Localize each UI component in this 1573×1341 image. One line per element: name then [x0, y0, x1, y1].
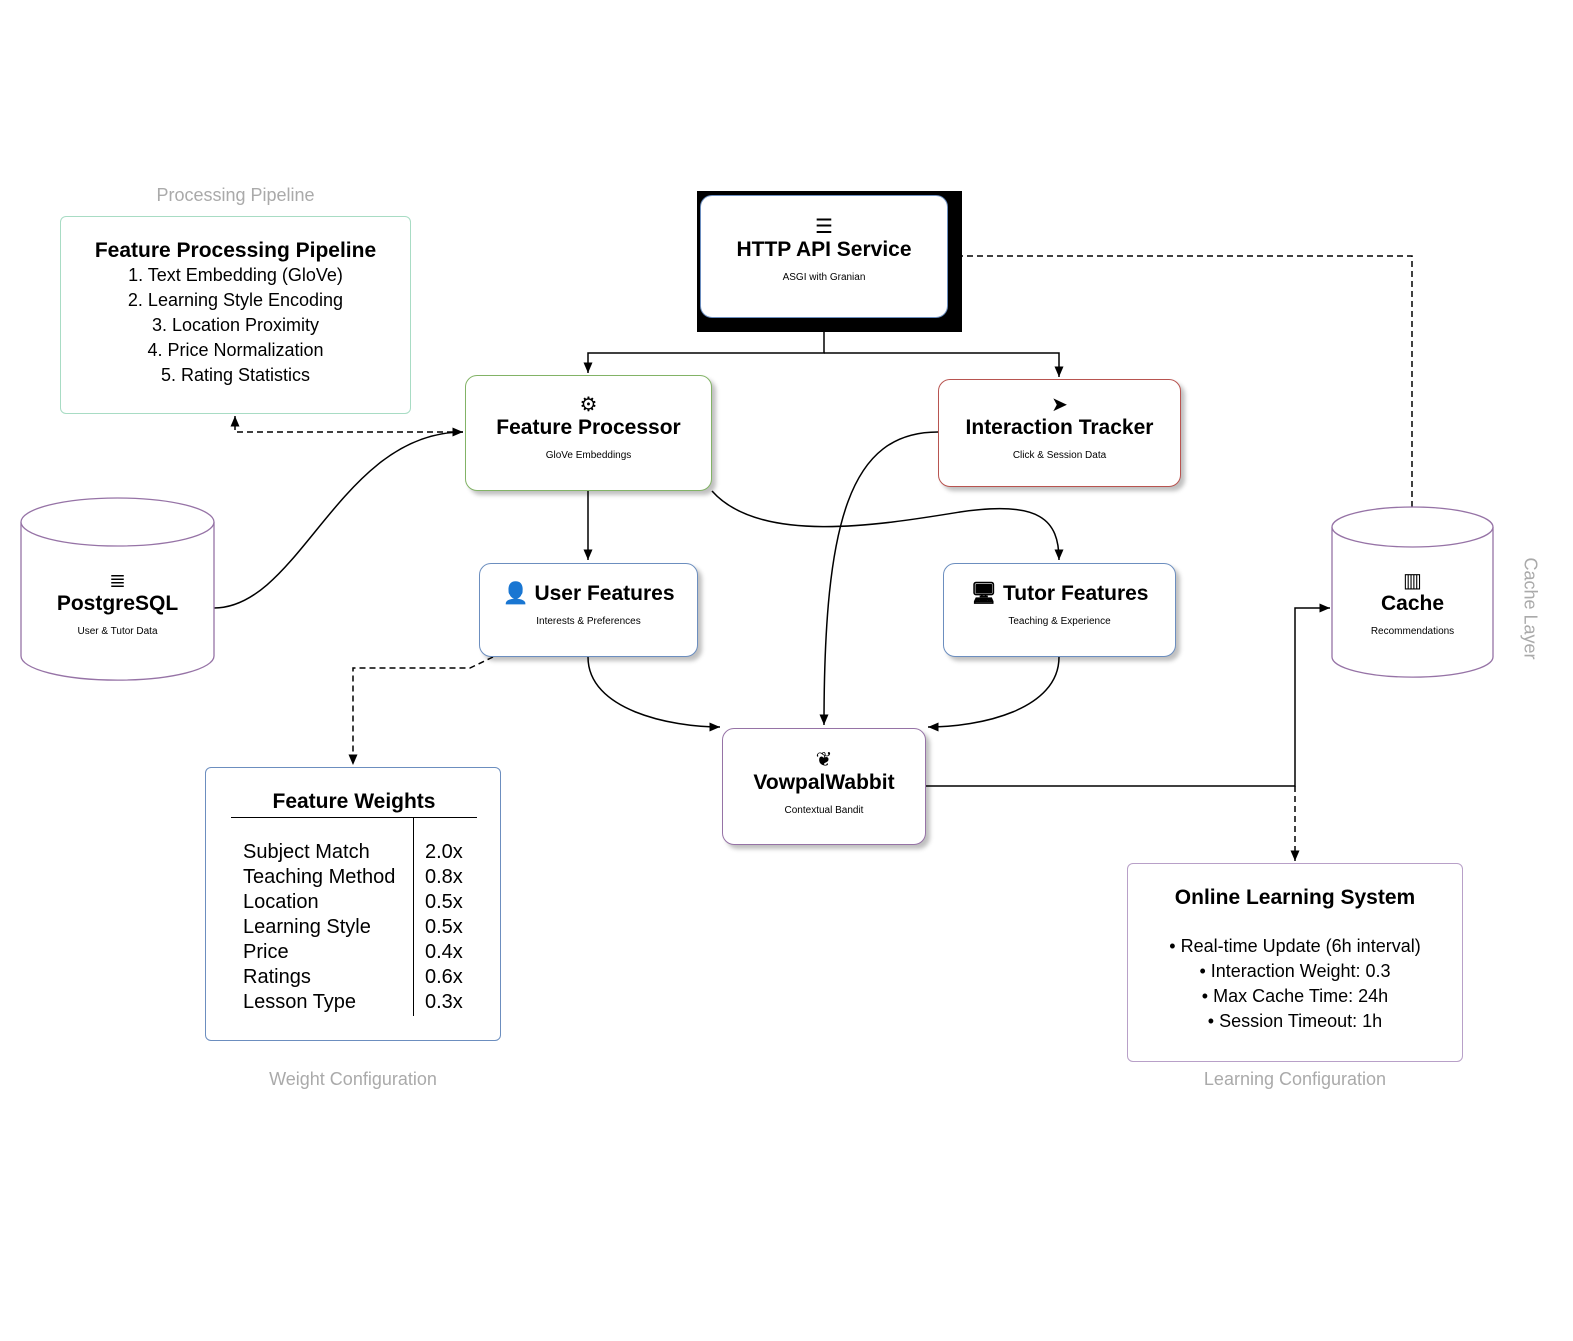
teacher-icon: 🖥 [970, 582, 998, 605]
edge-postgres-feature [213, 427, 464, 609]
weight-name: Ratings [243, 966, 311, 988]
cursor-icon: ➤ [1051, 394, 1068, 416]
node-title: HTTP API Service [736, 238, 912, 261]
node-subtitle: Teaching & Experience [1008, 616, 1111, 627]
weight-name: Lesson Type [243, 991, 357, 1013]
weights-row: Ratings 0.6x [243, 965, 463, 990]
weight-name: Location [243, 891, 319, 913]
weights-row: Price 0.4x [243, 940, 463, 965]
node-title: PostgreSQL [56, 592, 179, 615]
edge-tracker-vw [819, 431, 939, 726]
pipeline-step: 3. Location Proximity [151, 315, 320, 335]
weight-value: 0.6x [425, 966, 463, 988]
node-subtitle: Click & Session Data [1012, 450, 1107, 461]
weights-row: Teaching Method 0.8x [243, 865, 463, 890]
node-cache[interactable]: ▥ Cache Recommendations [1332, 570, 1493, 637]
group-label-processing: Processing Pipeline [156, 185, 315, 205]
node-subtitle: Contextual Bandit [784, 805, 864, 816]
weights-row: Location 0.5x [243, 890, 463, 915]
weights-row: Subject Match 2.0x [243, 840, 463, 865]
node-vowpalwabbit[interactable]: ❦ VowpalWabbit Contextual Bandit [722, 728, 926, 845]
weights-title: Feature Weights [272, 790, 436, 813]
edge-user-weights [348, 656, 494, 765]
node-subtitle: Interests & Preferences [536, 616, 641, 627]
weights-table: Subject Match 2.0x Teaching Method 0.8x Loca… [243, 840, 463, 1015]
node-subtitle: Recommendations [1370, 626, 1455, 637]
weight-value: 0.4x [425, 941, 463, 963]
learning-panel: Online Learning System • Real-time Updat… [1127, 863, 1463, 1062]
gear-icon: ⚙ [579, 394, 598, 416]
weights-row: Learning Style 0.5x [243, 915, 463, 940]
learning-item: • Session Timeout: 1h [1207, 1011, 1383, 1031]
edge-feature-pipeline [230, 416, 463, 433]
node-title: User Features [534, 582, 675, 605]
node-tutor-features[interactable]: 🖥 Tutor Features Teaching & Experience [943, 563, 1176, 657]
weight-value: 0.5x [425, 916, 463, 938]
node-http-api[interactable]: ☰ HTTP API Service ASGI with Granian [700, 195, 948, 318]
node-title: Feature Processor [496, 416, 681, 439]
brain-icon: ❦ [815, 749, 833, 771]
node-feature-processor[interactable]: ⚙ Feature Processor GloVe Embeddings [465, 375, 712, 491]
pipeline-step: 2. Learning Style Encoding [127, 290, 344, 310]
weights-row: Lesson Type 0.3x [243, 990, 463, 1015]
node-subtitle: User & Tutor Data [77, 626, 158, 637]
node-subtitle: GloVe Embeddings [545, 450, 632, 461]
weight-name: Learning Style [243, 916, 371, 938]
pipeline-step: 1. Text Embedding (GloVe) [128, 265, 343, 285]
memory-icon: ▥ [1403, 570, 1422, 592]
node-title: Interaction Tracker [965, 416, 1154, 439]
weight-name: Subject Match [243, 841, 370, 863]
node-postgresql[interactable]: ≣ PostgreSQL User & Tutor Data [21, 570, 214, 637]
group-label-cache: Cache Layer [1520, 557, 1541, 660]
weight-value: 2.0x [425, 841, 463, 863]
node-user-features[interactable]: 👤 User Features Interests & Preferences [479, 563, 698, 657]
pipeline-panel: Feature Processing Pipeline 1. Text Embe… [60, 216, 411, 414]
edge-http-tracker [824, 352, 1064, 377]
node-title: Cache [1380, 592, 1445, 615]
weight-name: Teaching Method [243, 866, 396, 888]
group-label-learning: Learning Configuration [1203, 1069, 1387, 1089]
pipeline-title: Feature Processing Pipeline [94, 239, 377, 262]
node-subtitle: ASGI with Granian [782, 272, 866, 283]
edge-feature-tutor [711, 490, 1064, 561]
user-icon: 👤 [502, 582, 529, 605]
learning-title: Online Learning System [1174, 886, 1416, 909]
pipeline-step: 4. Price Normalization [147, 340, 324, 360]
weight-value: 0.3x [425, 991, 463, 1013]
feature-weights-panel: Feature Weights Subject Match 2.0x Teachin… [205, 767, 501, 1041]
node-title: Tutor Features [1003, 582, 1149, 605]
edge-user-vw [587, 656, 721, 732]
weight-value: 0.8x [425, 866, 463, 888]
learning-item: • Max Cache Time: 24h [1201, 986, 1389, 1006]
learning-item: • Interaction Weight: 0.3 [1199, 961, 1391, 981]
database-icon: ≣ [109, 570, 126, 592]
pipeline-step: 5. Rating Statistics [160, 365, 311, 385]
learning-item: • Real-time Update (6h interval) [1169, 936, 1421, 956]
weights-divider [231, 817, 477, 818]
node-interaction-tracker[interactable]: ➤ Interaction Tracker Click & Session Da… [938, 379, 1181, 487]
group-label-weights: Weight Configuration [269, 1069, 437, 1089]
server-icon: ☰ [815, 216, 833, 238]
architecture-diagram: Processing Pipeline Weight Configuration… [0, 0, 1573, 1341]
node-title: VowpalWabbit [753, 771, 895, 794]
weight-value: 0.5x [425, 891, 463, 913]
weight-name: Price [243, 941, 289, 963]
edge-tutor-vw [927, 656, 1060, 732]
